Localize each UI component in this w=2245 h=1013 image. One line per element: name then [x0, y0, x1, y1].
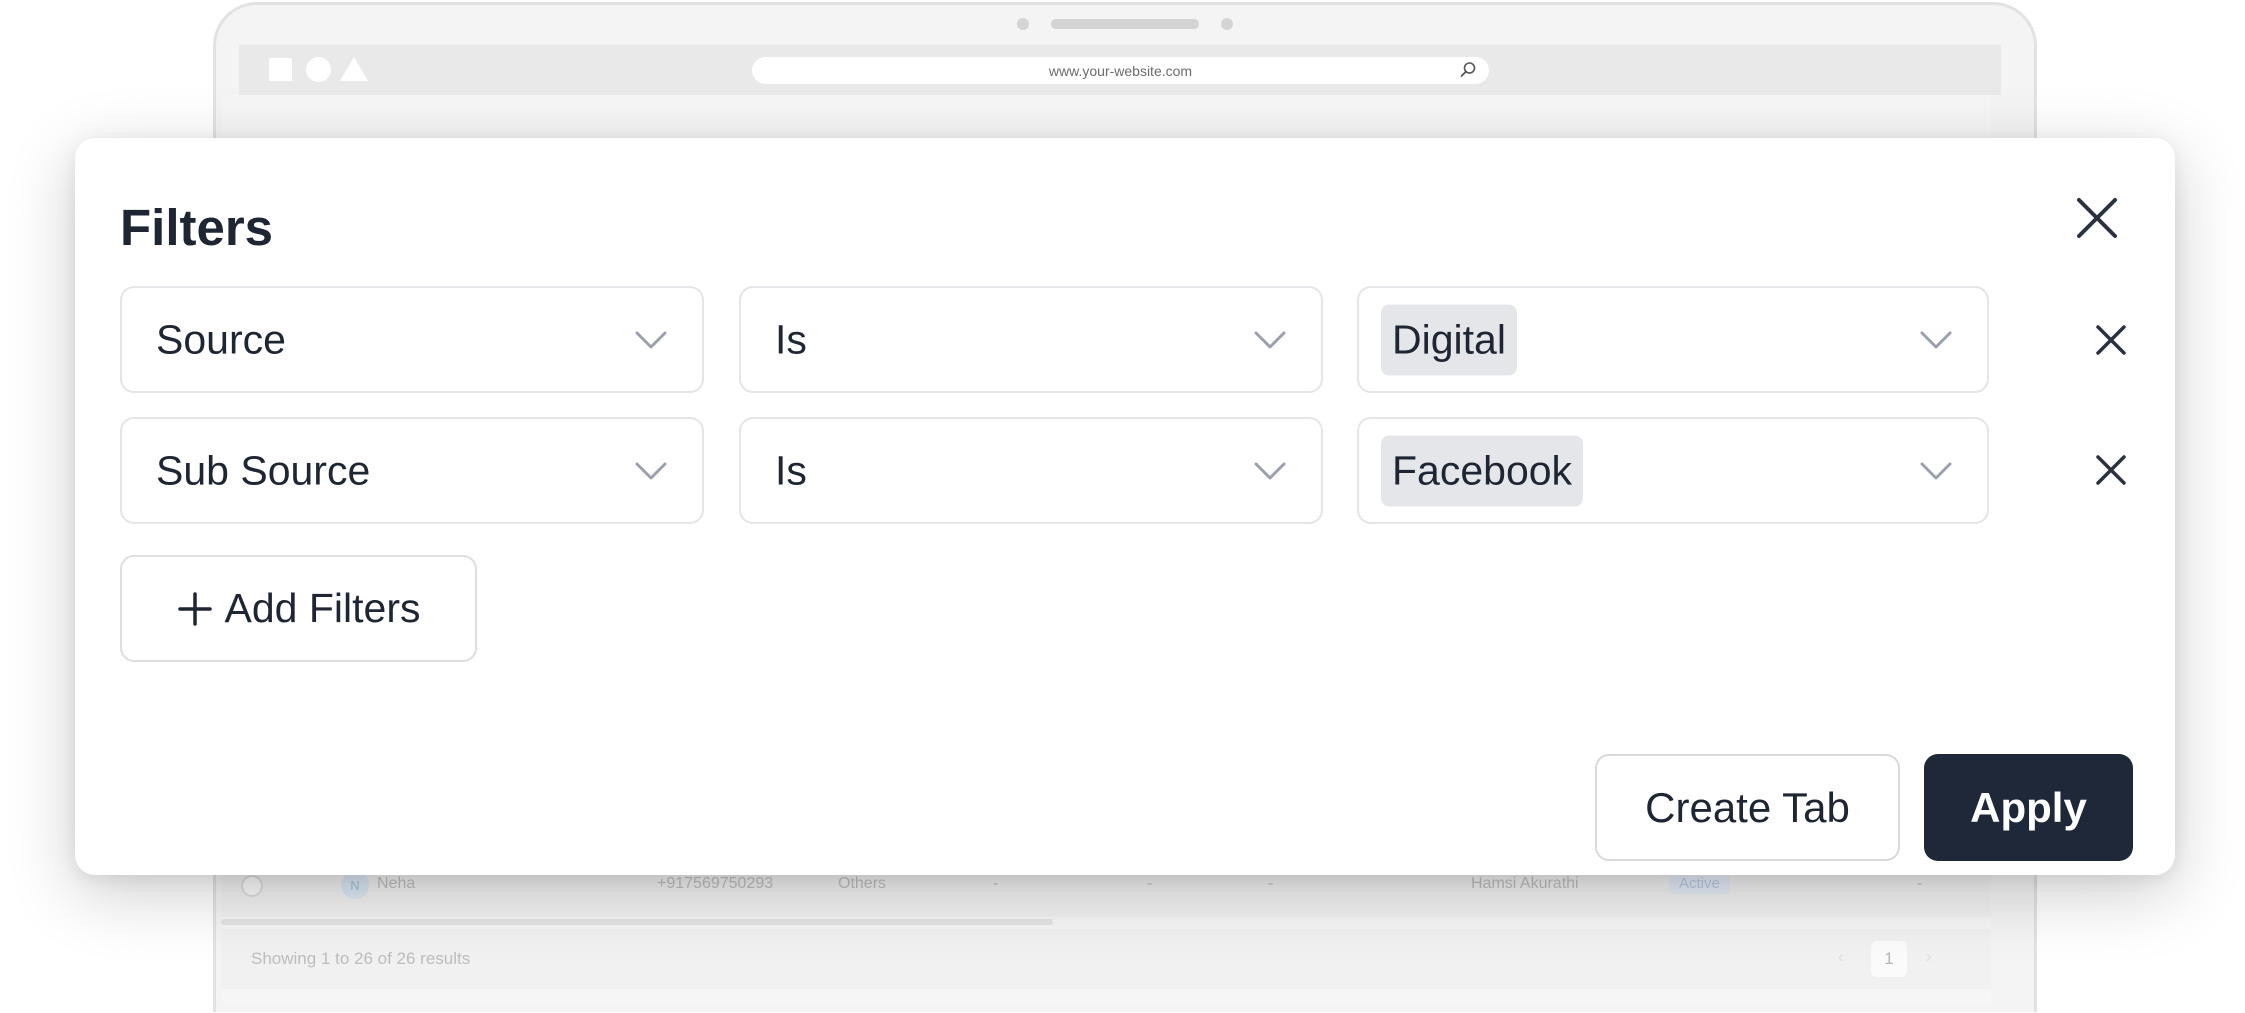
avatar: N — [341, 871, 369, 899]
plus-icon — [177, 591, 212, 626]
add-filters-label: Add Filters — [224, 585, 421, 631]
triangle-icon — [340, 57, 368, 81]
remove-filter-icon[interactable] — [2094, 323, 2128, 357]
sensor-dot — [1221, 18, 1233, 30]
page-number-button[interactable]: 1 — [1871, 941, 1907, 977]
chevron-down-icon — [1254, 331, 1286, 348]
create-tab-button[interactable]: Create Tab — [1595, 754, 1900, 861]
chevron-right-icon[interactable]: › — [1926, 947, 1932, 967]
value-select[interactable]: Digital — [1357, 286, 1989, 393]
url-text: www.your-website.com — [1048, 62, 1193, 79]
value-chip: Facebook — [1381, 435, 1584, 506]
chevron-down-icon — [635, 331, 667, 348]
field-select[interactable]: Source — [120, 286, 704, 393]
add-filters-button[interactable]: Add Filters — [120, 555, 477, 662]
operator-select[interactable]: Is — [739, 417, 1323, 524]
lead-source: Others — [838, 875, 887, 892]
row-checkbox[interactable] — [241, 875, 263, 897]
operator-select-value: Is — [775, 316, 807, 362]
address-bar[interactable]: www.your-website.com — [752, 57, 1489, 84]
chevron-down-icon — [1920, 462, 1952, 479]
results-summary: Showing 1 to 26 of 26 results — [251, 949, 471, 968]
apply-button[interactable]: Apply — [1924, 754, 2133, 861]
remove-filter-icon[interactable] — [2094, 453, 2128, 487]
status-badge: Active — [1669, 873, 1730, 894]
lead-owner: Hamsi Akurathi — [1471, 875, 1579, 892]
horizontal-scrollbar[interactable] — [221, 919, 1053, 925]
modal-title: Filters — [120, 199, 274, 256]
field-select-value: Sub Source — [156, 447, 371, 493]
table-cell: - — [1917, 875, 1923, 892]
filters-modal: Filters Source Is Digital Sub Source Is … — [75, 138, 2175, 875]
speaker-bar — [1051, 19, 1199, 29]
field-select[interactable]: Sub Source — [120, 417, 704, 524]
circle-icon — [306, 57, 331, 82]
table-footer: Showing 1 to 26 of 26 results ‹ 1 › — [221, 929, 1991, 989]
operator-select-value: Is — [775, 447, 807, 493]
field-select-value: Source — [156, 316, 286, 362]
value-select[interactable]: Facebook — [1357, 417, 1989, 524]
table-cell: - — [1147, 875, 1153, 892]
search-icon[interactable] — [1459, 61, 1477, 79]
camera-dot — [1017, 18, 1029, 30]
close-icon[interactable] — [2073, 194, 2121, 242]
table-cell: - — [993, 875, 999, 892]
operator-select[interactable]: Is — [739, 286, 1323, 393]
browser-toolbar: www.your-website.com — [239, 45, 2001, 95]
chevron-left-icon[interactable]: ‹ — [1838, 947, 1844, 967]
table-cell: - — [1268, 875, 1274, 892]
lead-name: Neha — [377, 875, 416, 892]
value-chip: Digital — [1381, 304, 1517, 375]
chevron-down-icon — [1254, 462, 1286, 479]
square-icon — [269, 58, 292, 81]
chevron-down-icon — [635, 462, 667, 479]
chevron-down-icon — [1920, 331, 1952, 348]
lead-phone: +917569750293 — [657, 875, 774, 892]
camera-notch — [216, 18, 2034, 30]
